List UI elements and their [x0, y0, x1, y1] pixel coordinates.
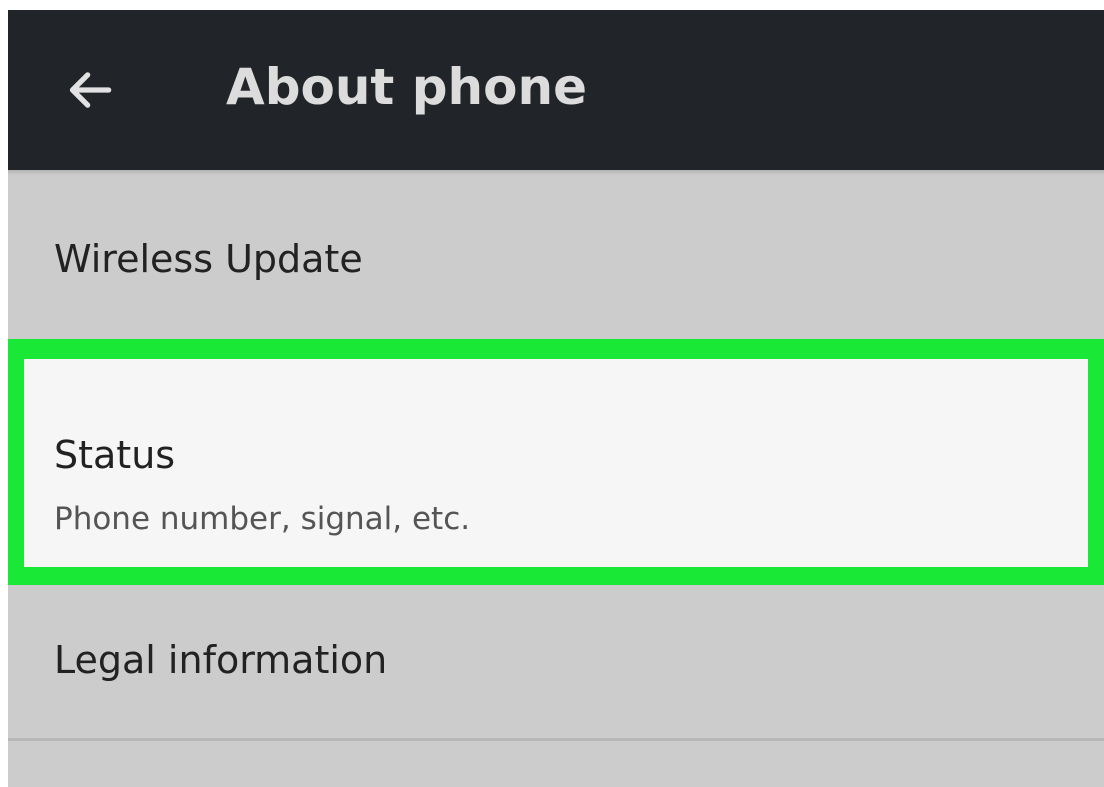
wireless-update-title: Wireless Update — [54, 237, 363, 281]
status-item[interactable]: Status Phone number, signal, etc. — [8, 339, 1104, 585]
status-title: Status — [54, 433, 176, 477]
status-summary: Phone number, signal, etc. — [54, 501, 471, 537]
status-item-content: Status Phone number, signal, etc. — [24, 359, 1088, 567]
arrow-back-icon — [69, 72, 112, 108]
legal-information-item[interactable]: Legal information — [8, 586, 1104, 738]
page-title: About phone — [226, 58, 587, 116]
next-list-item[interactable] — [8, 741, 1104, 787]
wireless-update-item[interactable]: Wireless Update — [8, 175, 1104, 338]
back-button[interactable] — [50, 50, 130, 130]
toolbar: About phone — [8, 10, 1104, 170]
legal-information-title: Legal information — [54, 638, 388, 682]
settings-screen: About phone Wireless Update Status Phone… — [8, 10, 1104, 787]
